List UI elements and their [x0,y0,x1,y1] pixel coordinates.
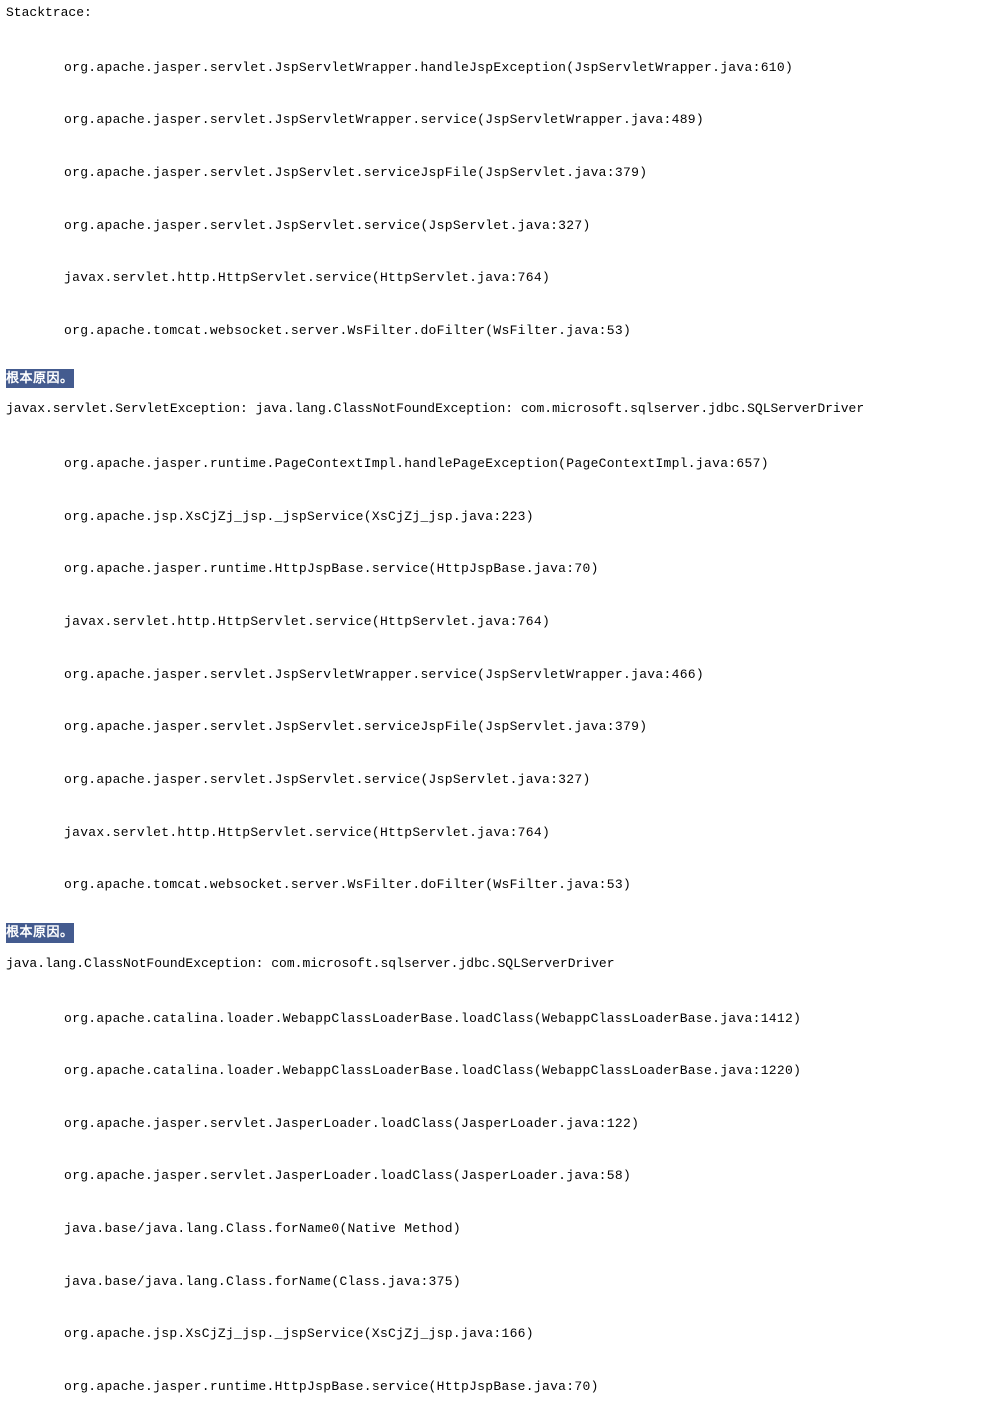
trace-line: javax.servlet.http.HttpServlet.service(H… [6,269,994,287]
trace-line: org.apache.jasper.servlet.JspServletWrap… [6,59,994,77]
trace-line: org.apache.jasper.runtime.HttpJspBase.se… [6,1378,994,1396]
trace-line: org.apache.jasper.servlet.JspServlet.ser… [6,718,994,736]
trace-line: org.apache.catalina.loader.WebappClassLo… [6,1010,994,1028]
trace-line: org.apache.tomcat.websocket.server.WsFil… [6,876,994,894]
trace-line: org.apache.jasper.runtime.HttpJspBase.se… [6,560,994,578]
trace-line: java.base/java.lang.Class.forName0(Nativ… [6,1220,994,1238]
stacktrace-block-1: org.apache.jasper.runtime.PageContextImp… [6,420,994,911]
trace-line: org.apache.jasper.runtime.PageContextImp… [6,455,994,473]
trace-line: org.apache.jasper.servlet.JspServlet.ser… [6,771,994,789]
trace-line: org.apache.jasper.servlet.JasperLoader.l… [6,1115,994,1133]
trace-line: org.apache.tomcat.websocket.server.WsFil… [6,322,994,340]
root-cause-heading-2: 根本原因。 [6,923,74,943]
trace-line: org.apache.jasper.servlet.JspServletWrap… [6,666,994,684]
trace-line: javax.servlet.http.HttpServlet.service(H… [6,824,994,842]
trace-line: org.apache.catalina.loader.WebappClassLo… [6,1062,994,1080]
root-cause-heading-1: 根本原因。 [6,369,74,389]
trace-line: org.apache.jasper.servlet.JspServlet.ser… [6,164,994,182]
trace-line: org.apache.jsp.XsCjZj_jsp._jspService(Xs… [6,1325,994,1343]
trace-line: org.apache.jasper.servlet.JspServletWrap… [6,111,994,129]
exception-message-1: javax.servlet.ServletException: java.lan… [6,400,994,418]
stacktrace-block-2: org.apache.catalina.loader.WebappClassLo… [6,974,994,1416]
stacktrace-block-top: org.apache.jasper.servlet.JspServletWrap… [6,24,994,357]
trace-line: javax.servlet.http.HttpServlet.service(H… [6,613,994,631]
trace-line: java.base/java.lang.Class.forName(Class.… [6,1273,994,1291]
trace-line: org.apache.jasper.servlet.JspServlet.ser… [6,217,994,235]
exception-message-2: java.lang.ClassNotFoundException: com.mi… [6,955,994,973]
trace-line: org.apache.jsp.XsCjZj_jsp._jspService(Xs… [6,508,994,526]
trace-line: org.apache.jasper.servlet.JasperLoader.l… [6,1167,994,1185]
stacktrace-label: Stacktrace: [6,4,994,22]
